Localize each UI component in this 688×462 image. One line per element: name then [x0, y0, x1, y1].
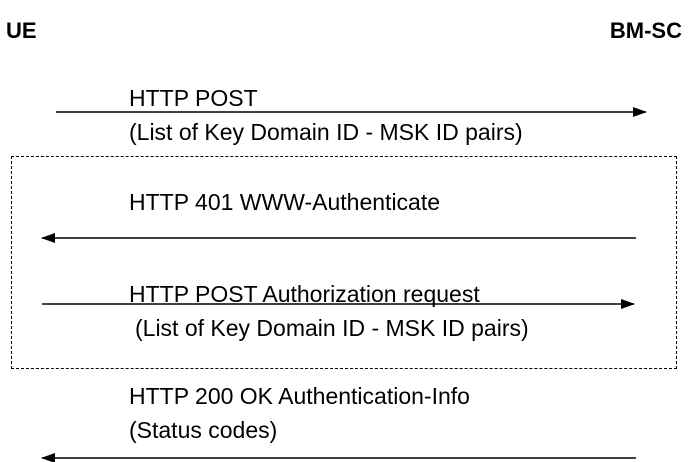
message-4-detail: (Status codes) [129, 417, 278, 443]
ue-endpoint-label: UE [6, 18, 37, 43]
message-2-title: HTTP 401 WWW-Authenticate [129, 189, 441, 215]
message-3-title: HTTP POST Authorization request [129, 281, 480, 307]
bmsc-endpoint-label: BM-SC [609, 18, 682, 43]
message-4-title: HTTP 200 OK Authentication-Info [129, 383, 470, 409]
sequence-diagram: UE BM-SC HTTP POST (List of Key Domain I… [0, 0, 688, 462]
message-1-detail: (List of Key Domain ID - MSK ID pairs) [129, 119, 523, 145]
message-3-detail: (List of Key Domain ID - MSK ID pairs) [135, 315, 529, 341]
message-1-title: HTTP POST [129, 85, 258, 111]
